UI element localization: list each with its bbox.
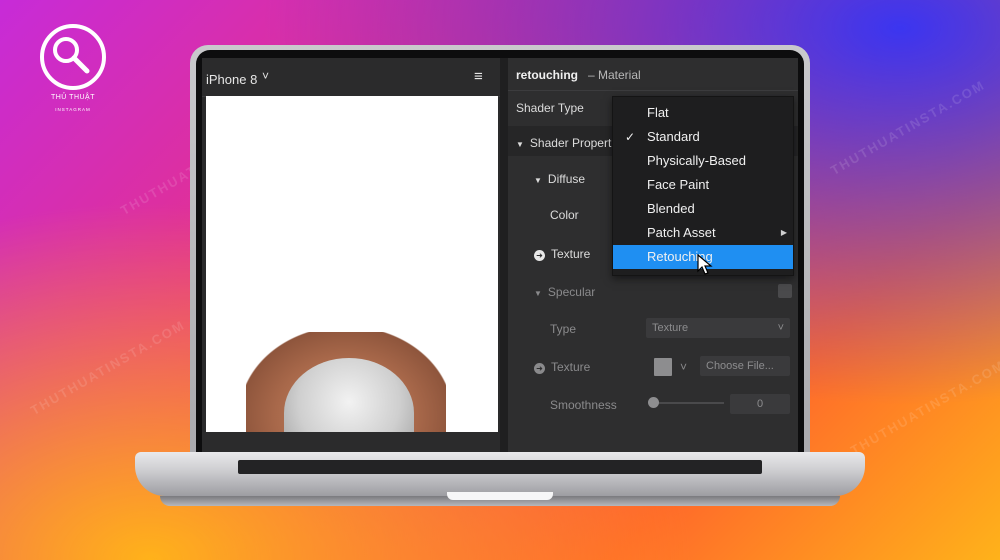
triangle-down-icon: ▼ — [516, 140, 524, 149]
texture-label: Texture — [551, 247, 591, 261]
checkmark-icon: ✓ — [625, 130, 636, 144]
site-logo: THỦ THUẬT INSTAGRAM — [33, 24, 113, 114]
menu-item-label: Blended — [647, 201, 695, 216]
device-selector[interactable]: iPhone 8 — [206, 72, 257, 87]
color-label: Color — [550, 208, 579, 222]
smoothness-slider-handle[interactable] — [648, 397, 659, 408]
arrow-right-icon[interactable]: ➜ — [534, 363, 545, 374]
choose-file-button[interactable]: Choose File... — [700, 356, 790, 376]
shader-type-label: Shader Type — [516, 101, 584, 115]
smoothness-label: Smoothness — [550, 398, 617, 412]
menu-item-label: Standard — [647, 129, 700, 144]
watermark: THUTHUATINSTA.COM — [28, 317, 188, 418]
menu-item-physically-based[interactable]: Physically-Based — [613, 149, 793, 173]
search-magnifier-icon — [40, 24, 106, 90]
smoothness-slider-track[interactable] — [654, 402, 724, 404]
material-name: retouching — [516, 68, 578, 82]
submenu-arrow-icon: ▶ — [780, 228, 787, 237]
chevron-down-icon[interactable]: ˅ — [680, 360, 687, 374]
type-select-value: Texture — [652, 322, 689, 334]
divider — [508, 90, 798, 91]
menu-item-patch-asset[interactable]: Patch Asset ▶ — [613, 221, 793, 245]
chevron-down-icon[interactable]: ˅ — [262, 69, 269, 83]
menu-item-label: Face Paint — [647, 177, 710, 192]
texture-swatch[interactable] — [654, 358, 672, 376]
triangle-down-icon: ▼ — [534, 176, 542, 185]
specular-header[interactable]: ▼ Specular — [534, 285, 595, 299]
type-label: Type — [550, 322, 577, 336]
smoothness-value-input[interactable]: 0 — [730, 394, 790, 414]
preview-footer — [202, 432, 500, 452]
menu-item-flat[interactable]: Flat — [613, 101, 793, 125]
triangle-down-icon: ▼ — [534, 289, 542, 298]
texture-row[interactable]: ➜ Texture — [534, 247, 590, 261]
specular-checkbox[interactable] — [778, 284, 792, 298]
chevron-down-icon: ˅ — [777, 322, 784, 334]
watermark: THUTHUATINSTA.COM — [828, 77, 988, 178]
menu-item-face-paint[interactable]: Face Paint — [613, 173, 793, 197]
menu-item-label: Patch Asset — [647, 225, 716, 240]
logo-title: THỦ THUẬT — [50, 94, 96, 101]
specular-texture-label: Texture — [551, 360, 591, 374]
shader-properties-header[interactable]: ▼ Shader Properti — [516, 136, 614, 150]
panel-divider[interactable] — [500, 58, 508, 452]
type-select[interactable]: Texture ˅ — [646, 318, 790, 338]
preview-canvas[interactable] — [206, 96, 498, 432]
specular-label: Specular — [547, 285, 596, 299]
material-type-label: – Material — [588, 68, 641, 82]
laptop-keyboard — [238, 460, 762, 474]
menu-item-label: Flat — [647, 105, 669, 120]
menu-item-label: Physically-Based — [647, 153, 746, 168]
diffuse-header[interactable]: ▼ Diffuse — [534, 172, 585, 186]
watermark: THUTHUATINSTA.COM — [848, 357, 1000, 458]
menu-item-standard[interactable]: ✓ Standard — [613, 125, 793, 149]
laptop-notch — [447, 492, 553, 500]
logo-subtitle: INSTAGRAM — [55, 107, 91, 112]
shader-type-dropdown[interactable]: Flat ✓ Standard Physically-Based Face Pai… — [612, 96, 794, 276]
diffuse-label: Diffuse — [547, 172, 586, 186]
arrow-right-icon[interactable]: ➜ — [534, 250, 545, 261]
laptop-base — [135, 452, 865, 496]
mouse-cursor-icon — [697, 254, 713, 275]
preview-header: iPhone 8 ˅ ≡ — [202, 58, 500, 97]
specular-texture-row[interactable]: ➜ Texture — [534, 360, 590, 374]
shader-properties-label: Shader Properti — [529, 136, 614, 150]
menu-item-blended[interactable]: Blended — [613, 197, 793, 221]
hamburger-menu-icon[interactable]: ≡ — [474, 68, 483, 85]
